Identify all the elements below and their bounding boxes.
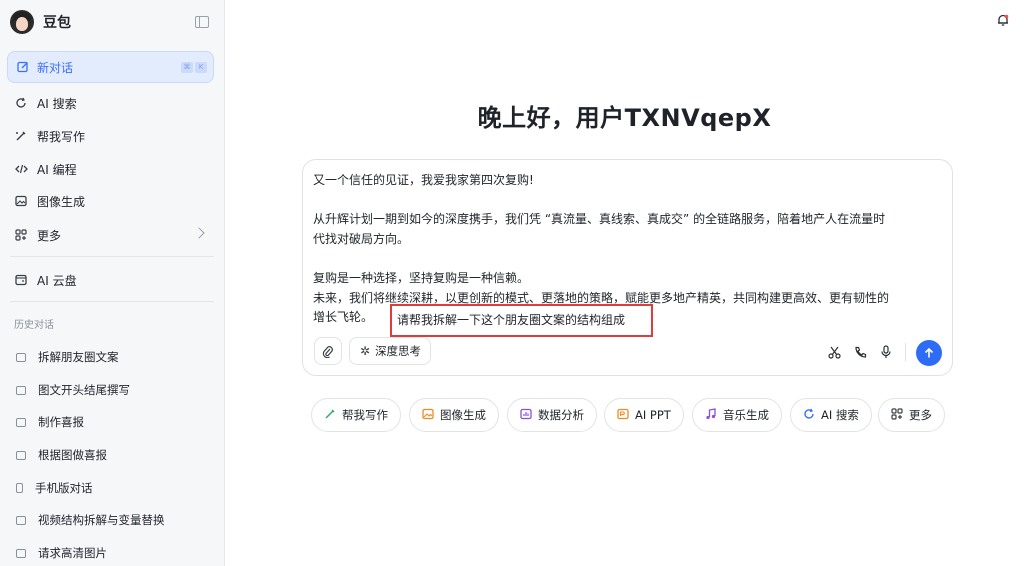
quick-action-label: 音乐生成 (723, 408, 769, 422)
composer-line: 又一个信任的见证，我爱我家第四次复购! (313, 173, 534, 187)
sidebar-item-label: AI 云盘 (37, 273, 77, 288)
composer-line: 复购是一种选择，坚持复购是一种信赖。 (313, 270, 530, 285)
history-item[interactable]: 拆解朋友圈文案 (16, 348, 119, 366)
chat-icon (16, 352, 26, 362)
paperclip-icon (322, 345, 333, 358)
chat-icon (16, 515, 26, 525)
quick-action-ai-ppt[interactable]: AI PPT (604, 398, 684, 432)
code-icon (14, 162, 28, 176)
sidebar-item-more[interactable]: 更多 (14, 225, 61, 245)
quick-action-ai-search[interactable]: AI 搜索 (790, 398, 872, 432)
image-icon (14, 194, 28, 208)
quick-action-label: 帮我写作 (342, 408, 388, 422)
brand-name: 豆包 (43, 15, 71, 31)
chat-icon (16, 385, 26, 395)
phone-call-icon[interactable] (852, 344, 868, 360)
send-button[interactable] (916, 340, 942, 366)
scissors-icon[interactable] (826, 344, 842, 360)
quick-action-label: 图像生成 (440, 408, 486, 422)
microphone-icon[interactable] (878, 344, 894, 360)
music-icon (705, 407, 717, 423)
shortcut-hint: ⌘ K (181, 62, 207, 73)
search-refresh-icon (14, 96, 28, 110)
pen-icon (14, 129, 28, 143)
sidebar-item-label: 更多 (37, 228, 62, 243)
quick-action-label: 更多 (909, 408, 932, 422)
sidebar: 豆包 新对话 ⌘ K AI 搜索 帮我写作 AI 编程 图像生成 更多 AI 云… (0, 0, 225, 566)
chart-icon (520, 408, 532, 423)
history-item[interactable]: 制作喜报 (16, 413, 84, 431)
history-item[interactable]: 根据图做喜报 (16, 446, 107, 464)
history-item-label: 根据图做喜报 (38, 448, 107, 462)
attach-button[interactable] (314, 337, 342, 365)
sidebar-collapse-icon[interactable] (195, 16, 209, 28)
sidebar-item-label: 帮我写作 (37, 129, 86, 144)
avatar (10, 10, 34, 34)
divider (10, 256, 214, 257)
shortcut-key: ⌘ (181, 62, 193, 73)
composer-line: 从升辉计划一期到如今的深度携手，我们凭 “真流量、真线索、真成交” 的全链路服务… (313, 212, 886, 227)
chat-icon (16, 417, 26, 427)
history-item-label: 图文开头结尾撰写 (38, 383, 130, 397)
sidebar-item-image-gen[interactable]: 图像生成 (14, 191, 85, 211)
atom-icon: ✲ (360, 344, 371, 358)
grid-icon (891, 407, 903, 423)
history-item-label: 视频结构拆解与变量替换 (38, 513, 165, 527)
new-chat-button[interactable]: 新对话 ⌘ K (7, 51, 214, 83)
ppt-icon (617, 408, 629, 423)
highlight-box: 请帮我拆解一下这个朋友圈文案的结构组成 (390, 304, 653, 337)
quick-action-image-gen[interactable]: 图像生成 (409, 398, 499, 432)
history-item[interactable]: 请求高清图片 (16, 544, 107, 562)
chevron-right-icon (193, 227, 205, 239)
arrow-up-icon (924, 347, 934, 358)
sidebar-item-label: AI 搜索 (37, 96, 77, 111)
image-icon (422, 408, 434, 423)
history-item-label: 制作喜报 (38, 415, 84, 429)
sidebar-item-label: 图像生成 (37, 194, 86, 209)
history-item[interactable]: 视频结构拆解与变量替换 (16, 511, 165, 529)
brand[interactable]: 豆包 (10, 8, 71, 36)
quick-action-data-analysis[interactable]: 数据分析 (507, 398, 597, 432)
history-item[interactable]: 图文开头结尾撰写 (16, 381, 130, 399)
quick-action-label: 数据分析 (538, 408, 584, 422)
sidebar-item-cloud-drive[interactable]: AI 云盘 (14, 270, 77, 290)
new-chat-label: 新对话 (37, 60, 74, 75)
cloud-drive-icon (14, 273, 28, 287)
sidebar-item-writing[interactable]: 帮我写作 (14, 126, 85, 146)
quick-action-writing[interactable]: 帮我写作 (311, 398, 401, 432)
toolbar-divider (905, 343, 906, 361)
quick-action-more[interactable]: 更多 (878, 398, 945, 432)
sidebar-item-label: AI 编程 (37, 162, 77, 177)
sidebar-item-ai-search[interactable]: AI 搜索 (14, 93, 77, 113)
history-item-label: 拆解朋友圈文案 (38, 350, 119, 364)
deep-think-label: 深度思考 (375, 344, 422, 358)
deep-think-button[interactable]: ✲ 深度思考 (349, 337, 431, 365)
pen-icon (324, 408, 336, 423)
divider (10, 301, 214, 302)
phone-icon (16, 483, 23, 493)
history-item[interactable]: 手机版对话 (16, 479, 93, 497)
greeting-title: 晚上好，用户TXNVqepX (477, 104, 772, 132)
search-refresh-icon (803, 408, 815, 423)
sidebar-item-coding[interactable]: AI 编程 (14, 159, 77, 179)
edit-icon (17, 61, 28, 73)
grid-icon (14, 228, 28, 242)
quick-action-label: AI PPT (635, 408, 671, 422)
composer-line: 代找对破局方向。 (313, 231, 410, 246)
composer[interactable]: 又一个信任的见证，我爱我家第四次复购! 从升辉计划一期到如今的深度携手，我们凭 … (302, 159, 953, 376)
chat-icon (16, 450, 26, 460)
shortcut-key: K (195, 62, 207, 73)
chat-icon (16, 548, 26, 558)
history-title: 历史对话 (14, 320, 54, 331)
highlighted-prompt: 请帮我拆解一下这个朋友圈文案的结构组成 (397, 313, 626, 327)
bell-icon[interactable] (996, 13, 1010, 27)
quick-action-label: AI 搜索 (821, 408, 859, 422)
quick-action-music-gen[interactable]: 音乐生成 (692, 398, 782, 432)
history-item-label: 请求高清图片 (38, 546, 107, 560)
history-item-label: 手机版对话 (35, 481, 93, 495)
